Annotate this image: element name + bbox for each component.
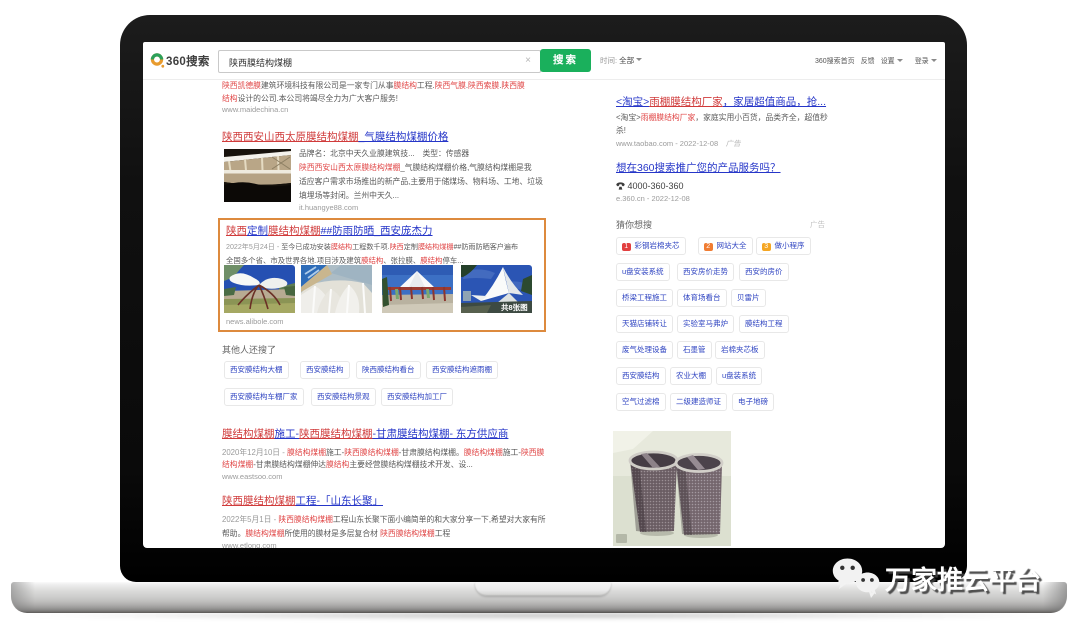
svg-text:共8张图: 共8张图 <box>501 302 528 312</box>
